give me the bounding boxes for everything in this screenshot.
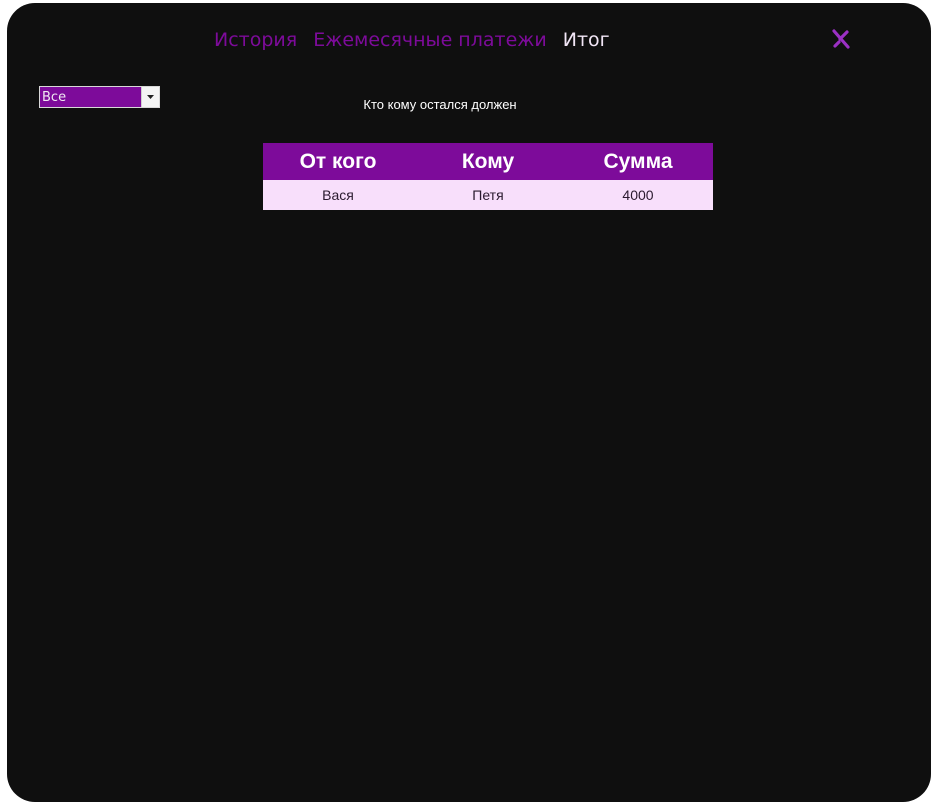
tab-summary[interactable]: Итог: [563, 29, 610, 51]
cell-amount: 4000: [563, 180, 713, 210]
cell-from: Вася: [263, 180, 413, 210]
tab-monthly-payments[interactable]: Ежемесячные платежи: [313, 29, 547, 51]
app-window: История Ежемесячные платежи Итог Все Кто…: [7, 3, 931, 802]
summary-caption: Кто кому остался должен: [363, 97, 517, 112]
tab-history[interactable]: История: [214, 29, 297, 51]
column-header-to: Кому: [413, 143, 563, 180]
close-button[interactable]: [829, 27, 853, 51]
close-icon: [832, 29, 850, 49]
cell-to: Петя: [413, 180, 563, 210]
column-header-from: От кого: [263, 143, 413, 180]
debt-table: От кого Кому Сумма Вася Петя 4000: [263, 143, 713, 210]
column-header-amount: Сумма: [563, 143, 713, 180]
tab-bar: История Ежемесячные платежи Итог: [214, 26, 610, 54]
table-header-row: От кого Кому Сумма: [263, 143, 713, 180]
table-row: Вася Петя 4000: [263, 180, 713, 210]
